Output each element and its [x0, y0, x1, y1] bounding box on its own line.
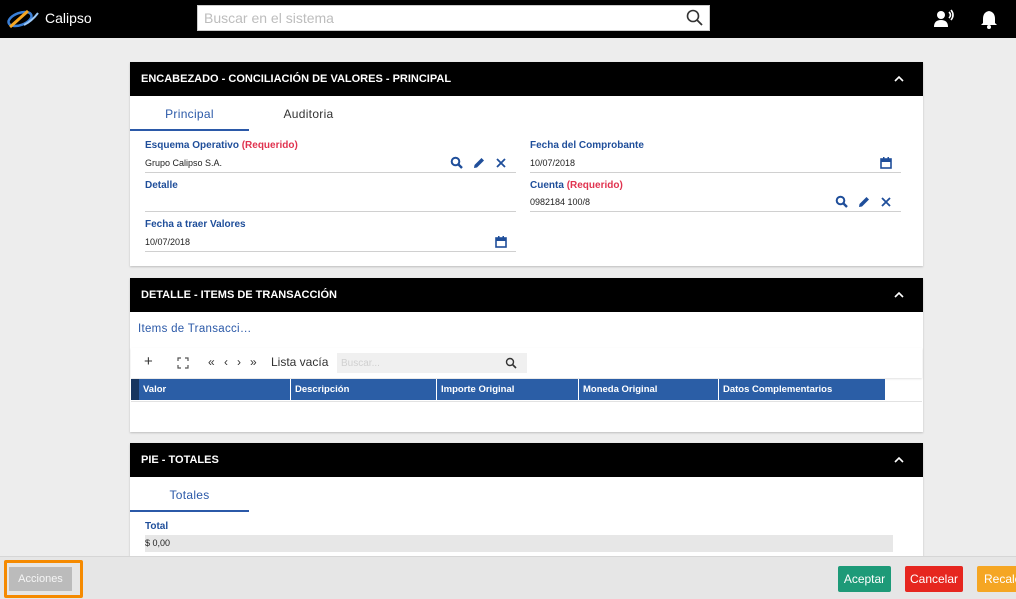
top-bar: Calipso [0, 0, 1016, 38]
col-descripcion[interactable]: Descripción [291, 379, 437, 400]
esquema-underline [145, 172, 516, 173]
global-search [197, 5, 710, 31]
detalle-field[interactable] [145, 196, 516, 208]
first-page-icon[interactable]: « [208, 355, 215, 369]
total-field: $ 0,00 [145, 535, 893, 552]
voice-user-icon[interactable] [933, 8, 955, 30]
bottom-action-bar: Acciones Aceptar Cancelar Recalc [0, 556, 1016, 599]
chevron-up-icon[interactable] [893, 73, 905, 85]
tab-totales-underline [130, 510, 249, 512]
tab-principal[interactable]: Principal [130, 107, 249, 121]
tab-items-transaccion[interactable]: Items de Transacci… [138, 323, 252, 335]
esquema-operativo-label: Esquema Operativo (Requerido) [145, 140, 298, 151]
expand-icon[interactable] [177, 357, 189, 369]
col-moneda-original[interactable]: Moneda Original [579, 379, 719, 400]
grid-search [337, 353, 527, 374]
encabezado-panel: ENCABEZADO - CONCILIACIÓN DE VALORES - P… [130, 62, 923, 266]
tab-auditoria[interactable]: Auditoria [249, 107, 368, 121]
cancelar-button[interactable]: Cancelar [905, 566, 963, 592]
list-status: Lista vacía [271, 355, 329, 369]
total-label: Total [145, 521, 169, 532]
prev-page-icon[interactable]: ‹ [224, 355, 228, 369]
grid-search-input[interactable] [337, 353, 497, 374]
add-icon[interactable]: + [144, 353, 153, 370]
aceptar-button[interactable]: Aceptar [838, 566, 891, 592]
cuenta-label: Cuenta (Requerido) [530, 180, 623, 191]
pie-title: PIE - TOTALES [141, 454, 219, 466]
pie-panel: PIE - TOTALES Totales Total $ 0,00 [130, 443, 923, 556]
cuenta-underline [530, 211, 901, 212]
brand-name: Calipso [45, 10, 92, 26]
fecha-comprobante-underline [530, 172, 901, 173]
pie-header[interactable]: PIE - TOTALES [130, 443, 923, 477]
required-marker: (Requerido) [566, 180, 623, 191]
col-datos-complementarios[interactable]: Datos Complementarios [719, 379, 885, 400]
tab-principal-underline [130, 129, 249, 131]
required-marker: (Requerido) [241, 140, 298, 151]
fecha-traer-underline [145, 251, 516, 252]
esquema-operativo-value[interactable]: Grupo Calipso S.A. [145, 158, 222, 168]
cuenta-value[interactable]: 0982184 100/8 [530, 197, 590, 207]
last-page-icon[interactable]: » [250, 355, 257, 369]
grid-row-marker [131, 379, 139, 400]
grid-divider [131, 401, 922, 402]
calendar-icon[interactable] [494, 235, 508, 249]
encabezado-header[interactable]: ENCABEZADO - CONCILIACIÓN DE VALORES - P… [130, 62, 923, 96]
detalle-label: Detalle [145, 180, 178, 191]
bell-icon[interactable] [978, 8, 1000, 30]
edit-pencil-icon[interactable] [857, 195, 871, 209]
close-icon[interactable] [494, 156, 508, 170]
detalle-panel: DETALLE - ITEMS DE TRANSACCIÓN Items de … [130, 278, 923, 432]
encabezado-title: ENCABEZADO - CONCILIACIÓN DE VALORES - P… [141, 73, 452, 85]
global-search-input[interactable] [198, 6, 678, 30]
fecha-comprobante-label: Fecha del Comprobante [530, 140, 644, 151]
detalle-title: DETALLE - ITEMS DE TRANSACCIÓN [141, 289, 337, 301]
total-value: $ 0,00 [145, 538, 171, 548]
calendar-icon[interactable] [879, 156, 893, 170]
next-page-icon[interactable]: › [237, 355, 241, 369]
chevron-up-icon[interactable] [893, 454, 905, 466]
close-icon[interactable] [879, 195, 893, 209]
col-valor[interactable]: Valor [139, 379, 291, 400]
fecha-traer-valores-label: Fecha a traer Valores [145, 219, 246, 230]
fecha-traer-valores-value[interactable]: 10/07/2018 [145, 237, 190, 247]
acciones-highlight: Acciones [4, 560, 83, 598]
grid-header: Valor Descripción Importe Original Moned… [131, 379, 885, 400]
search-icon[interactable] [835, 195, 849, 209]
col-importe-original[interactable]: Importe Original [437, 379, 579, 400]
edit-pencil-icon[interactable] [472, 156, 486, 170]
fecha-comprobante-value[interactable]: 10/07/2018 [530, 158, 575, 168]
calipso-logo-icon[interactable] [6, 7, 40, 31]
grid-toolbar: + « ‹ › » Lista vacía [131, 348, 922, 378]
acciones-button[interactable]: Acciones [9, 567, 72, 591]
search-icon[interactable] [505, 357, 517, 369]
detalle-underline [145, 211, 516, 212]
chevron-up-icon[interactable] [893, 289, 905, 301]
search-icon[interactable] [685, 8, 705, 28]
search-icon[interactable] [450, 156, 464, 170]
tab-totales[interactable]: Totales [130, 488, 249, 502]
detalle-header[interactable]: DETALLE - ITEMS DE TRANSACCIÓN [130, 278, 923, 312]
recalcular-button[interactable]: Recalc [977, 566, 1016, 592]
